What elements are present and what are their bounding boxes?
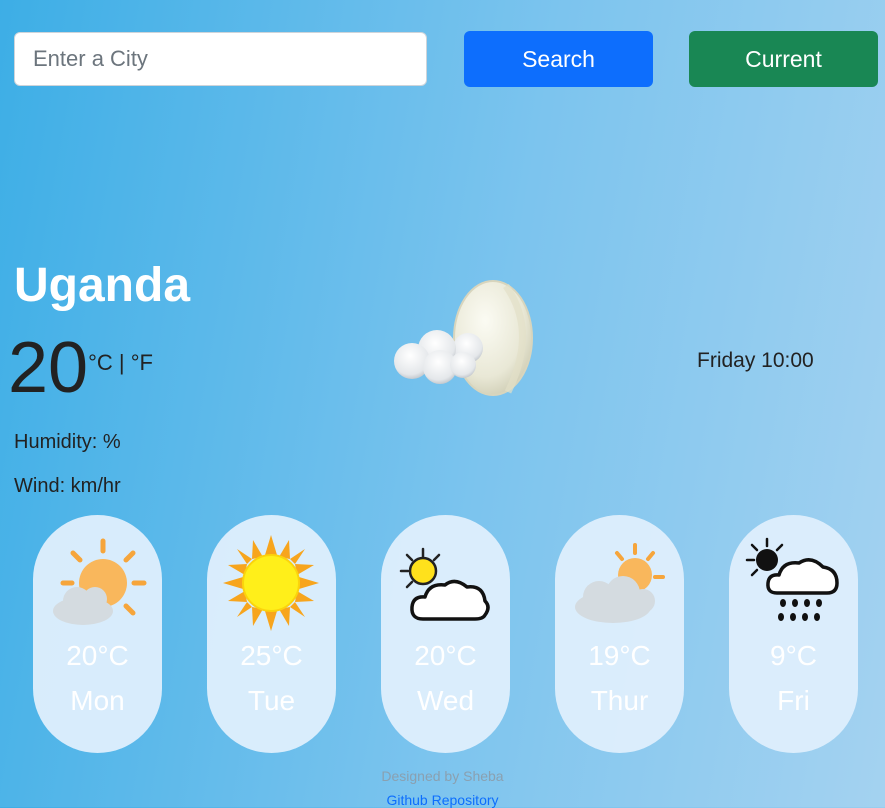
temperature-display: 20 °C | °F (8, 328, 153, 408)
forecast-day: Wed (416, 685, 475, 716)
forecast-card-tue: 25°C Tue (207, 515, 336, 753)
search-button[interactable]: Search (464, 31, 653, 87)
city-name: Uganda (14, 259, 191, 312)
github-repository-link[interactable]: Github Repository (0, 792, 885, 808)
forecast-day: Fri (777, 685, 810, 716)
forecast-card-thur: 19°C Thur (555, 515, 684, 753)
fahrenheit-link[interactable]: °F (131, 350, 153, 375)
forecast-temp: 19°C (588, 640, 651, 671)
forecast-card-fri: 9°C Fri (729, 515, 858, 753)
date-time: Friday 10:00 (697, 349, 814, 372)
wind: Wind: km/hr (14, 475, 121, 497)
unit-separator: | (112, 350, 131, 375)
forecast-card-mon: 20°C Mon (33, 515, 162, 753)
sun-behind-cloud-icon (399, 547, 490, 621)
rain-icon (745, 537, 839, 621)
forecast-day: Thur (590, 685, 649, 716)
cloud-sun-icon (575, 543, 665, 623)
cloud-moon-icon (394, 280, 533, 396)
unit-toggle: °C | °F (88, 350, 153, 376)
partly-sunny-icon (53, 538, 147, 625)
forecast-day: Mon (70, 685, 125, 716)
forecast-card-wed: 20°C Wed (381, 515, 510, 753)
current-location-button[interactable]: Current (689, 31, 878, 87)
forecast-temp: 9°C (770, 640, 817, 671)
celsius-link[interactable]: °C (88, 350, 113, 375)
sun-icon (223, 535, 319, 631)
designer-credit: Designed by Sheba (381, 768, 504, 784)
temperature-value: 20 (8, 328, 89, 408)
forecast-temp: 20°C (66, 640, 129, 671)
forecast-temp: 25°C (240, 640, 303, 671)
forecast-day: Tue (247, 685, 296, 716)
forecast-temp: 20°C (414, 640, 477, 671)
search-input[interactable] (14, 32, 427, 86)
humidity: Humidity: % (14, 431, 121, 453)
